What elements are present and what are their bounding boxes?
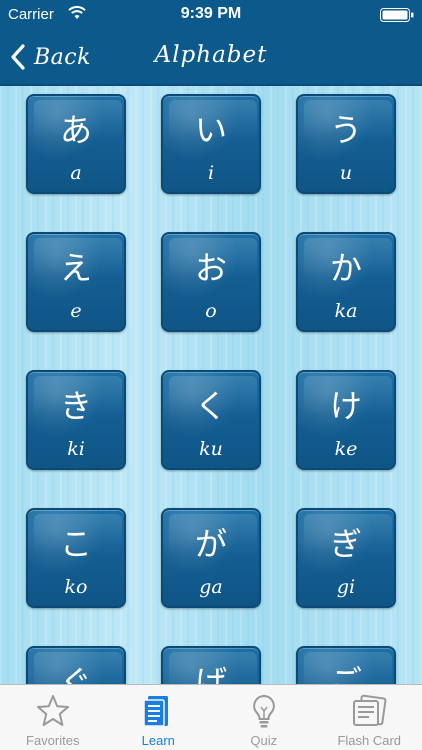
romaji-label: ga bbox=[199, 576, 223, 598]
flashcard-icon bbox=[353, 694, 387, 726]
tab-learn[interactable]: Learn bbox=[106, 685, 212, 750]
alphabet-grid-scroll[interactable]: あ a い i う u え e お o か ka き ki く ku け ke こ ko が ga ぎ gi ぐ げ ご bbox=[0, 86, 422, 684]
status-bar: Carrier 9:39 PM bbox=[0, 0, 422, 30]
document-icon bbox=[143, 696, 169, 727]
tab-label: Quiz bbox=[250, 733, 278, 748]
kana-tile[interactable]: ご bbox=[296, 646, 396, 684]
kana-tile[interactable]: うu bbox=[296, 94, 396, 194]
kana-character: き bbox=[59, 387, 92, 425]
nav-header: Carrier 9:39 PM Back Alphabet bbox=[0, 0, 422, 86]
status-time: 9:39 PM bbox=[180, 5, 242, 22]
kana-tile[interactable]: き ki bbox=[26, 370, 126, 470]
battery-icon bbox=[380, 8, 414, 22]
kana-character: あ bbox=[59, 111, 92, 149]
romaji-label: ku bbox=[199, 438, 223, 460]
tab-quiz[interactable]: Quiz bbox=[211, 685, 317, 750]
tab-favorites[interactable]: Favorites bbox=[0, 685, 106, 750]
star-icon bbox=[36, 695, 69, 726]
kana-character: ぎ bbox=[329, 525, 362, 563]
kana-character: お bbox=[194, 249, 227, 287]
kana-character: ぐ bbox=[59, 663, 92, 684]
kana-character: ご bbox=[329, 663, 362, 684]
tab-label: Favorites bbox=[26, 733, 80, 748]
romaji-label: ka bbox=[334, 300, 358, 322]
kana-character: げ bbox=[194, 663, 227, 684]
romaji-label: e bbox=[70, 300, 82, 322]
kana-character: こ bbox=[59, 525, 92, 563]
tab-bar: Favorites Learn Quiz Flash Card bbox=[0, 684, 422, 750]
romaji-label: ki bbox=[67, 438, 85, 460]
lightbulb-icon bbox=[252, 694, 275, 728]
romaji-label: i bbox=[207, 162, 215, 184]
kana-character: け bbox=[329, 387, 362, 425]
kana-character: く bbox=[194, 387, 227, 425]
romaji-label: o bbox=[205, 300, 217, 322]
kana-tile[interactable]: げ bbox=[161, 646, 261, 684]
kana-character: う bbox=[329, 111, 362, 149]
kana-tile[interactable]: ぐ bbox=[26, 646, 126, 684]
kana-character: か bbox=[329, 249, 362, 287]
kana-tile[interactable]: おo bbox=[161, 232, 261, 332]
kana-character: え bbox=[59, 249, 92, 287]
tab-label: Flash Card bbox=[337, 733, 402, 748]
kana-tile[interactable]: け ke bbox=[296, 370, 396, 470]
kana-tile[interactable]: こ ko bbox=[26, 508, 126, 608]
page-title: Alphabet bbox=[154, 42, 268, 68]
kana-tile[interactable]: か ka bbox=[296, 232, 396, 332]
kana-character: い bbox=[194, 111, 227, 149]
romaji-label: u bbox=[339, 162, 353, 184]
kana-tile[interactable]: が ga bbox=[161, 508, 261, 608]
kana-tile[interactable]: く ku bbox=[161, 370, 261, 470]
kana-tile[interactable]: あa bbox=[26, 94, 126, 194]
tab-label: Learn bbox=[141, 733, 175, 748]
kana-tile[interactable]: えe bbox=[26, 232, 126, 332]
kana-tile[interactable]: ぎ gi bbox=[296, 508, 396, 608]
romaji-label: a bbox=[70, 162, 82, 184]
tab-flash-card[interactable]: Flash Card bbox=[317, 685, 422, 750]
romaji-label: ke bbox=[334, 438, 358, 460]
kana-character: が bbox=[194, 525, 227, 563]
romaji-label: gi bbox=[336, 576, 356, 598]
romaji-label: ko bbox=[64, 576, 88, 598]
kana-tile[interactable]: いi bbox=[161, 94, 261, 194]
